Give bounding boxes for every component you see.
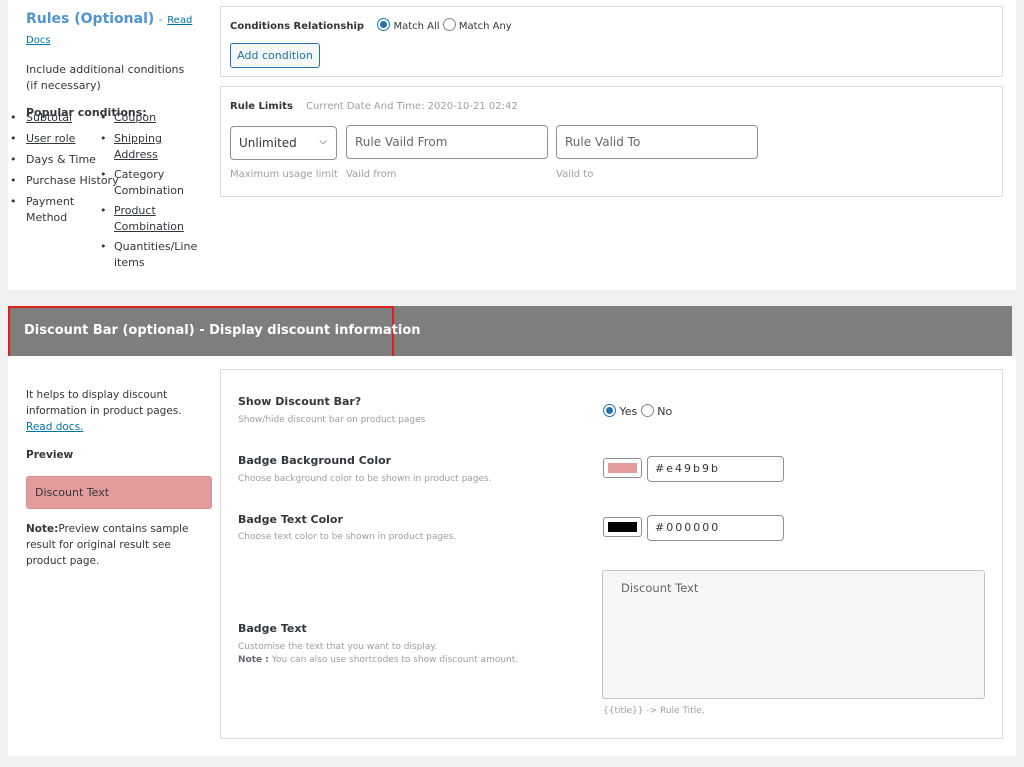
valid-from-input[interactable]: Rule Vaild From (346, 125, 548, 159)
show-discount-label: Show Discount Bar? (238, 395, 362, 408)
condition-shipping-address[interactable]: • Shipping Address (100, 131, 174, 167)
match-any-label: Match Any (458, 21, 512, 32)
rules-dash: - (158, 13, 163, 26)
rule-limits-box: Rule Limits Current Date And Time: 2020-… (220, 86, 1003, 197)
no-radio[interactable] (640, 404, 654, 417)
conditions-box: Conditions Relationship Match All Match … (220, 6, 1003, 77)
bg-color-desc: Choose background color to be shown in p… (238, 474, 492, 484)
preview-badge-text: Discount Text (35, 486, 110, 499)
badge-text-label: Badge Text (238, 622, 307, 635)
condition-days-time: • Days & Time (10, 153, 96, 166)
no-label: No (657, 405, 673, 418)
shortcode-hint: {{title}} -> Rule Title, (603, 706, 705, 716)
condition-product-combination[interactable]: • Product Combination (100, 203, 184, 239)
show-discount-radios: Yes No (603, 404, 672, 418)
usage-limit-select[interactable]: Unlimited ⌵ (230, 126, 337, 160)
discount-bar-header[interactable]: Discount Bar (optional) - Display discou… (8, 306, 1012, 358)
preview-note: Note:Preview contains sample result for … (26, 523, 189, 567)
badge-text-textarea[interactable]: Discount Text (602, 570, 985, 699)
discount-bar-title: Discount Bar (optional) - Display discou… (24, 323, 421, 338)
preview-label: Preview (26, 449, 74, 461)
show-discount-desc: Show/hide discount bar on product pages (238, 415, 426, 425)
text-color-swatch[interactable] (603, 517, 642, 537)
condition-quantities: • Quantities/Line items (100, 240, 198, 269)
valid-to-input[interactable]: Rule Valid To (556, 125, 758, 159)
current-date-time: Current Date And Time: 2020-10-21 02:42 (306, 101, 518, 112)
preview-badge: Discount Text (26, 476, 212, 509)
read-docs-link-2[interactable]: Read docs. (26, 421, 83, 433)
bg-color-input[interactable]: #e49b9b (647, 456, 784, 482)
match-all-radio[interactable] (377, 18, 391, 31)
condition-purchase-history: • Purchase History (10, 174, 119, 187)
usage-caption: Maximum usage limit (230, 169, 338, 180)
rules-description: Include additional conditions (if necess… (26, 63, 185, 92)
bg-color-label: Badge Background Color (238, 454, 392, 467)
condition-category-combination: • Category Combination (100, 168, 184, 197)
discount-settings-box: Show Discount Bar? Show/hide discount ba… (220, 369, 1003, 739)
valid-to-caption: Vaild to (556, 169, 594, 180)
discount-sidebar: It helps to display discount information… (26, 387, 211, 463)
conditions-relationship-label: Conditions Relationship (230, 21, 365, 32)
badge-text-note: Note : You can also use shortcodes to sh… (238, 655, 519, 665)
match-any-radio[interactable] (442, 18, 456, 31)
condition-subtotal[interactable]: • Subtotal (10, 110, 106, 131)
popular-conditions-left: • Subtotal • User role • Days & Time • Purch… (10, 110, 119, 226)
match-all-label: Match All (393, 21, 440, 32)
rules-sidebar: Rules (Optional) - Read Docs Include add… (26, 10, 211, 119)
chevron-down-icon: ⌵ (319, 136, 327, 147)
condition-coupon[interactable]: • Coupon (100, 110, 204, 131)
rule-limits-title: Rule Limits (230, 101, 293, 112)
yes-radio[interactable] (603, 404, 616, 417)
condition-payment-method: • Payment Method (10, 195, 75, 224)
badge-text-desc: Customise the text that you want to disp… (238, 642, 438, 652)
text-color-label: Badge Text Color (238, 513, 343, 526)
text-color-input[interactable]: #000000 (647, 515, 784, 541)
discount-help-text: It helps to display discount information… (26, 389, 182, 433)
valid-from-caption: Vaild from (346, 169, 397, 180)
text-color-desc: Choose text color to be shown in product… (238, 532, 457, 542)
add-condition-button[interactable]: Add condition (230, 43, 320, 68)
condition-user-role[interactable]: • User role (10, 131, 106, 152)
bg-color-swatch[interactable] (603, 458, 642, 478)
popular-conditions-right: • Coupon • Shipping Address • Category Comb… (100, 110, 204, 271)
rules-title: Rules (Optional) (26, 11, 155, 27)
yes-label: Yes (619, 405, 638, 418)
